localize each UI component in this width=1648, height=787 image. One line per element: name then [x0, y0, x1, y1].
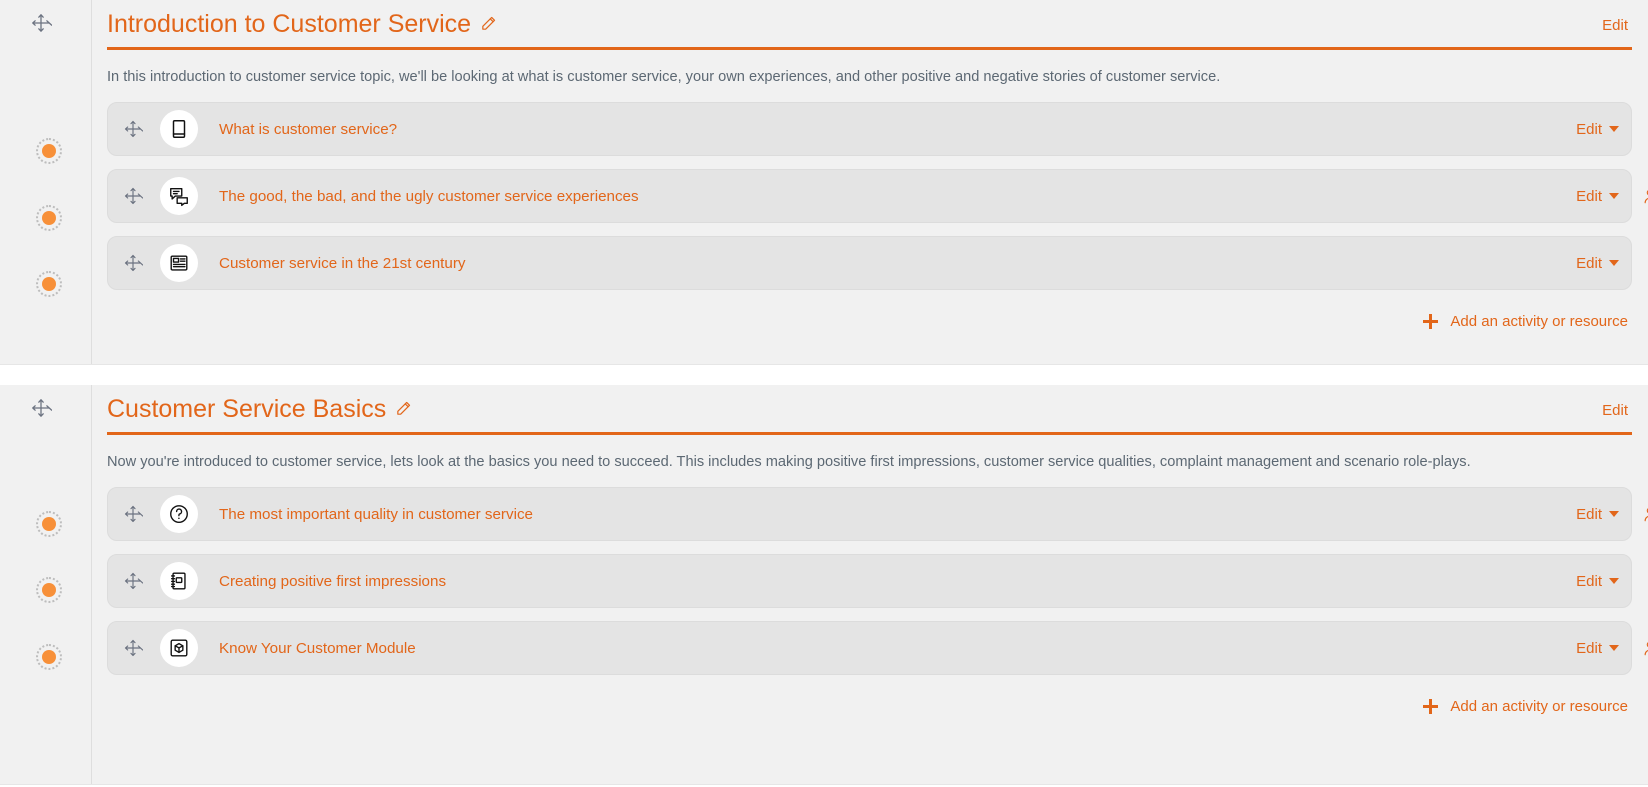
- add-activity-link[interactable]: Add an activity or resource: [1423, 313, 1628, 330]
- activity-actions: Edit: [1576, 188, 1619, 205]
- section-gutter: [0, 385, 92, 784]
- section-header: Customer Service Basics Edit: [107, 385, 1632, 425]
- group-mode-icon[interactable]: [1641, 505, 1648, 523]
- activity-list: What is customer service? Edit The good,…: [107, 102, 1648, 305]
- activity-move-handle[interactable]: [121, 503, 145, 525]
- chevron-down-icon: [1609, 645, 1619, 652]
- activity-name[interactable]: What is customer service?: [219, 121, 397, 138]
- section-summary: In this introduction to customer service…: [107, 69, 1221, 86]
- chevron-down-icon: [1609, 511, 1619, 518]
- book-icon: [160, 110, 198, 149]
- add-activity-label: Add an activity or resource: [1450, 313, 1628, 331]
- activity-edit-label: Edit: [1576, 254, 1602, 272]
- section-edit-link[interactable]: Edit: [1602, 17, 1632, 34]
- completion-marker[interactable]: [36, 271, 62, 297]
- group-mode-icon[interactable]: [1641, 187, 1648, 205]
- activity-edit-label: Edit: [1576, 639, 1602, 657]
- activity-edit-menu[interactable]: Edit: [1576, 121, 1619, 138]
- plus-icon: [1423, 314, 1439, 330]
- chevron-down-icon: [1609, 126, 1619, 133]
- activity-edit-menu[interactable]: Edit: [1576, 640, 1619, 657]
- forum-icon: [160, 177, 198, 216]
- completion-marker[interactable]: [36, 205, 62, 231]
- quiz-question-icon: [160, 495, 198, 534]
- section-title: Introduction to Customer Service: [107, 10, 472, 38]
- activity-edit-menu[interactable]: Edit: [1576, 188, 1619, 205]
- course-section: Introduction to Customer Service Edit In…: [0, 0, 1648, 365]
- activity-row[interactable]: What is customer service? Edit: [107, 102, 1632, 157]
- activity-row[interactable]: The most important quality in customer s…: [107, 487, 1648, 542]
- section-body: Introduction to Customer Service Edit In…: [92, 0, 1648, 342]
- completion-marker[interactable]: [36, 138, 62, 164]
- activity-name[interactable]: The most important quality in customer s…: [219, 506, 533, 523]
- activity-actions: Edit: [1576, 506, 1619, 523]
- chevron-down-icon: [1609, 193, 1619, 200]
- add-activity-row: Add an activity or resource: [107, 690, 1632, 727]
- activity-actions: Edit: [1576, 255, 1619, 272]
- completion-marker[interactable]: [36, 511, 62, 537]
- activity-name[interactable]: Know Your Customer Module: [219, 640, 416, 657]
- activity-list: The most important quality in customer s…: [107, 487, 1648, 690]
- activity-actions: Edit: [1576, 573, 1619, 590]
- activity-row[interactable]: Creating positive first impressions Edit: [107, 554, 1632, 609]
- activity-move-handle[interactable]: [121, 252, 145, 274]
- course-sections-page: Introduction to Customer Service Edit In…: [0, 0, 1648, 785]
- add-activity-label: Add an activity or resource: [1450, 698, 1628, 716]
- scorm-cube-icon: [160, 629, 198, 668]
- add-activity-link[interactable]: Add an activity or resource: [1423, 698, 1628, 715]
- chevron-down-icon: [1609, 260, 1619, 267]
- activity-move-handle[interactable]: [121, 570, 145, 592]
- activity-edit-label: Edit: [1576, 505, 1602, 523]
- activity-actions: Edit: [1576, 640, 1619, 657]
- group-mode-icon[interactable]: [1641, 639, 1648, 657]
- completion-marker[interactable]: [36, 577, 62, 603]
- section-body: Customer Service Basics Edit Now you're …: [92, 385, 1648, 727]
- course-section: Customer Service Basics Edit Now you're …: [0, 385, 1648, 785]
- activity-edit-menu[interactable]: Edit: [1576, 255, 1619, 272]
- activity-row[interactable]: The good, the bad, and the ugly customer…: [107, 169, 1648, 224]
- activity-edit-menu[interactable]: Edit: [1576, 573, 1619, 590]
- activity-edit-label: Edit: [1576, 187, 1602, 205]
- activity-name[interactable]: Customer service in the 21st century: [219, 255, 465, 272]
- pencil-icon[interactable]: [480, 15, 497, 32]
- chevron-down-icon: [1609, 578, 1619, 585]
- activity-actions: Edit: [1576, 121, 1619, 138]
- section-header: Introduction to Customer Service Edit: [107, 0, 1632, 40]
- completion-marker[interactable]: [36, 644, 62, 670]
- lesson-notebook-icon: [160, 562, 198, 601]
- activity-move-handle[interactable]: [121, 185, 145, 207]
- page-icon: [160, 244, 198, 283]
- activity-move-handle[interactable]: [121, 637, 145, 659]
- activity-move-handle[interactable]: [121, 118, 145, 140]
- activity-edit-label: Edit: [1576, 120, 1602, 138]
- plus-icon: [1423, 699, 1439, 715]
- pencil-icon[interactable]: [395, 400, 412, 417]
- activity-edit-label: Edit: [1576, 572, 1602, 590]
- add-activity-row: Add an activity or resource: [107, 305, 1632, 342]
- activity-row[interactable]: Know Your Customer Module Edit: [107, 621, 1648, 676]
- section-summary: Now you're introduced to customer servic…: [107, 454, 1471, 471]
- section-gutter: [0, 0, 92, 364]
- section-move-handle[interactable]: [30, 397, 52, 419]
- section-edit-link[interactable]: Edit: [1602, 402, 1632, 419]
- activity-row[interactable]: Customer service in the 21st century Edi…: [107, 236, 1632, 291]
- activity-name[interactable]: The good, the bad, and the ugly customer…: [219, 188, 639, 205]
- activity-name[interactable]: Creating positive first impressions: [219, 573, 446, 590]
- section-title: Customer Service Basics: [107, 395, 387, 423]
- section-move-handle[interactable]: [30, 12, 52, 34]
- activity-edit-menu[interactable]: Edit: [1576, 506, 1619, 523]
